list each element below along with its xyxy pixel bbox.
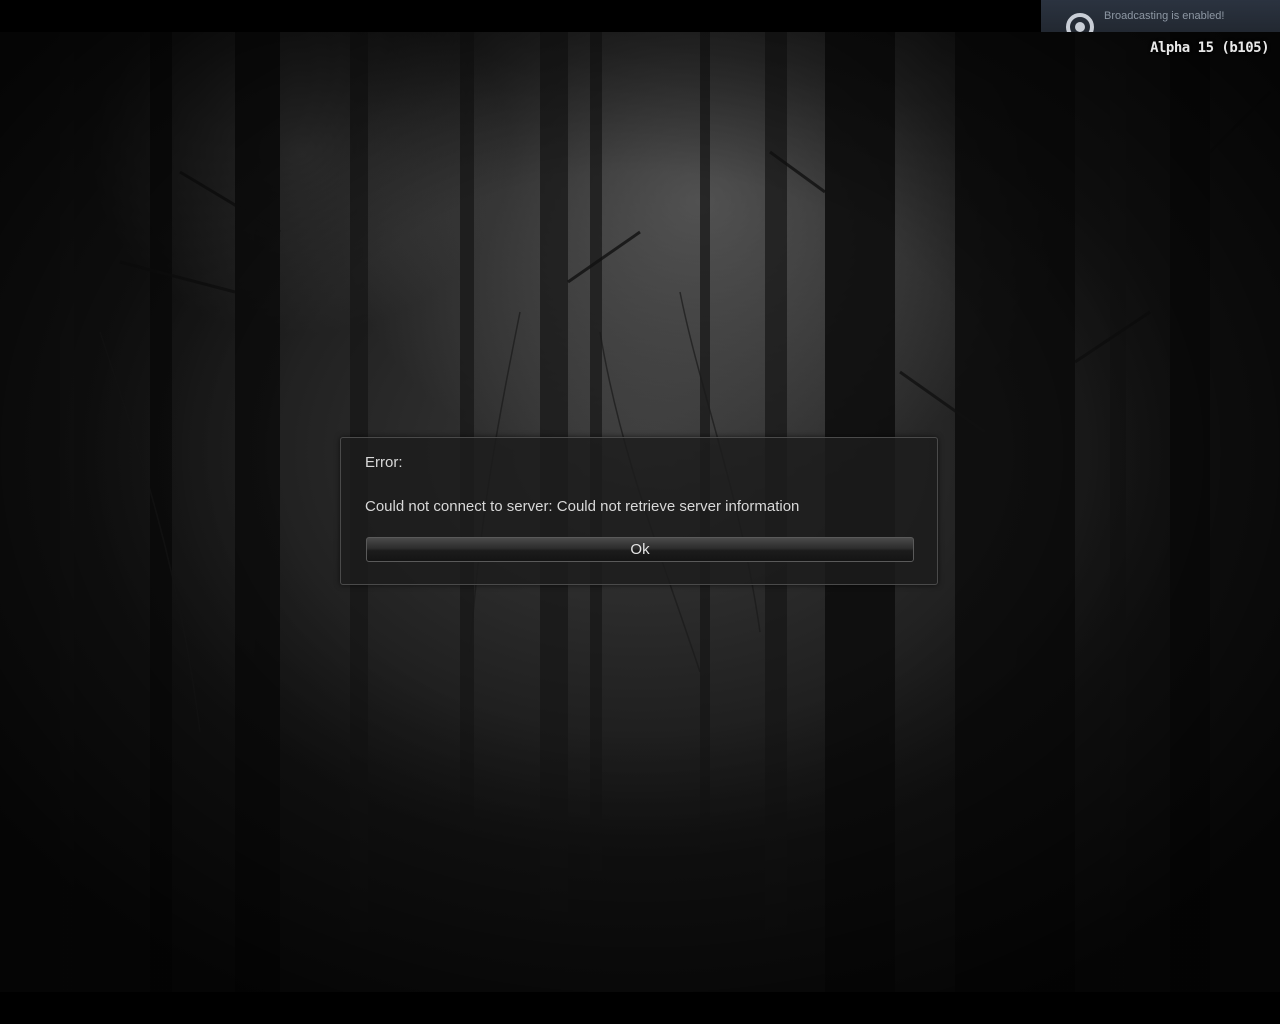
dialog-title: Error: xyxy=(365,454,403,471)
broadcast-icon xyxy=(1066,13,1094,32)
game-screen: Broadcasting is enabled! Alpha 15 (b105)… xyxy=(0,0,1280,1024)
ok-button[interactable]: Ok xyxy=(366,537,914,562)
broadcast-notification[interactable]: Broadcasting is enabled! xyxy=(1041,0,1280,32)
error-dialog: Error: Could not connect to server: Coul… xyxy=(340,437,938,585)
dialog-message: Could not connect to server: Could not r… xyxy=(365,498,800,515)
broadcast-notification-text: Broadcasting is enabled! xyxy=(1104,10,1225,22)
version-label: Alpha 15 (b105) xyxy=(1150,40,1269,56)
